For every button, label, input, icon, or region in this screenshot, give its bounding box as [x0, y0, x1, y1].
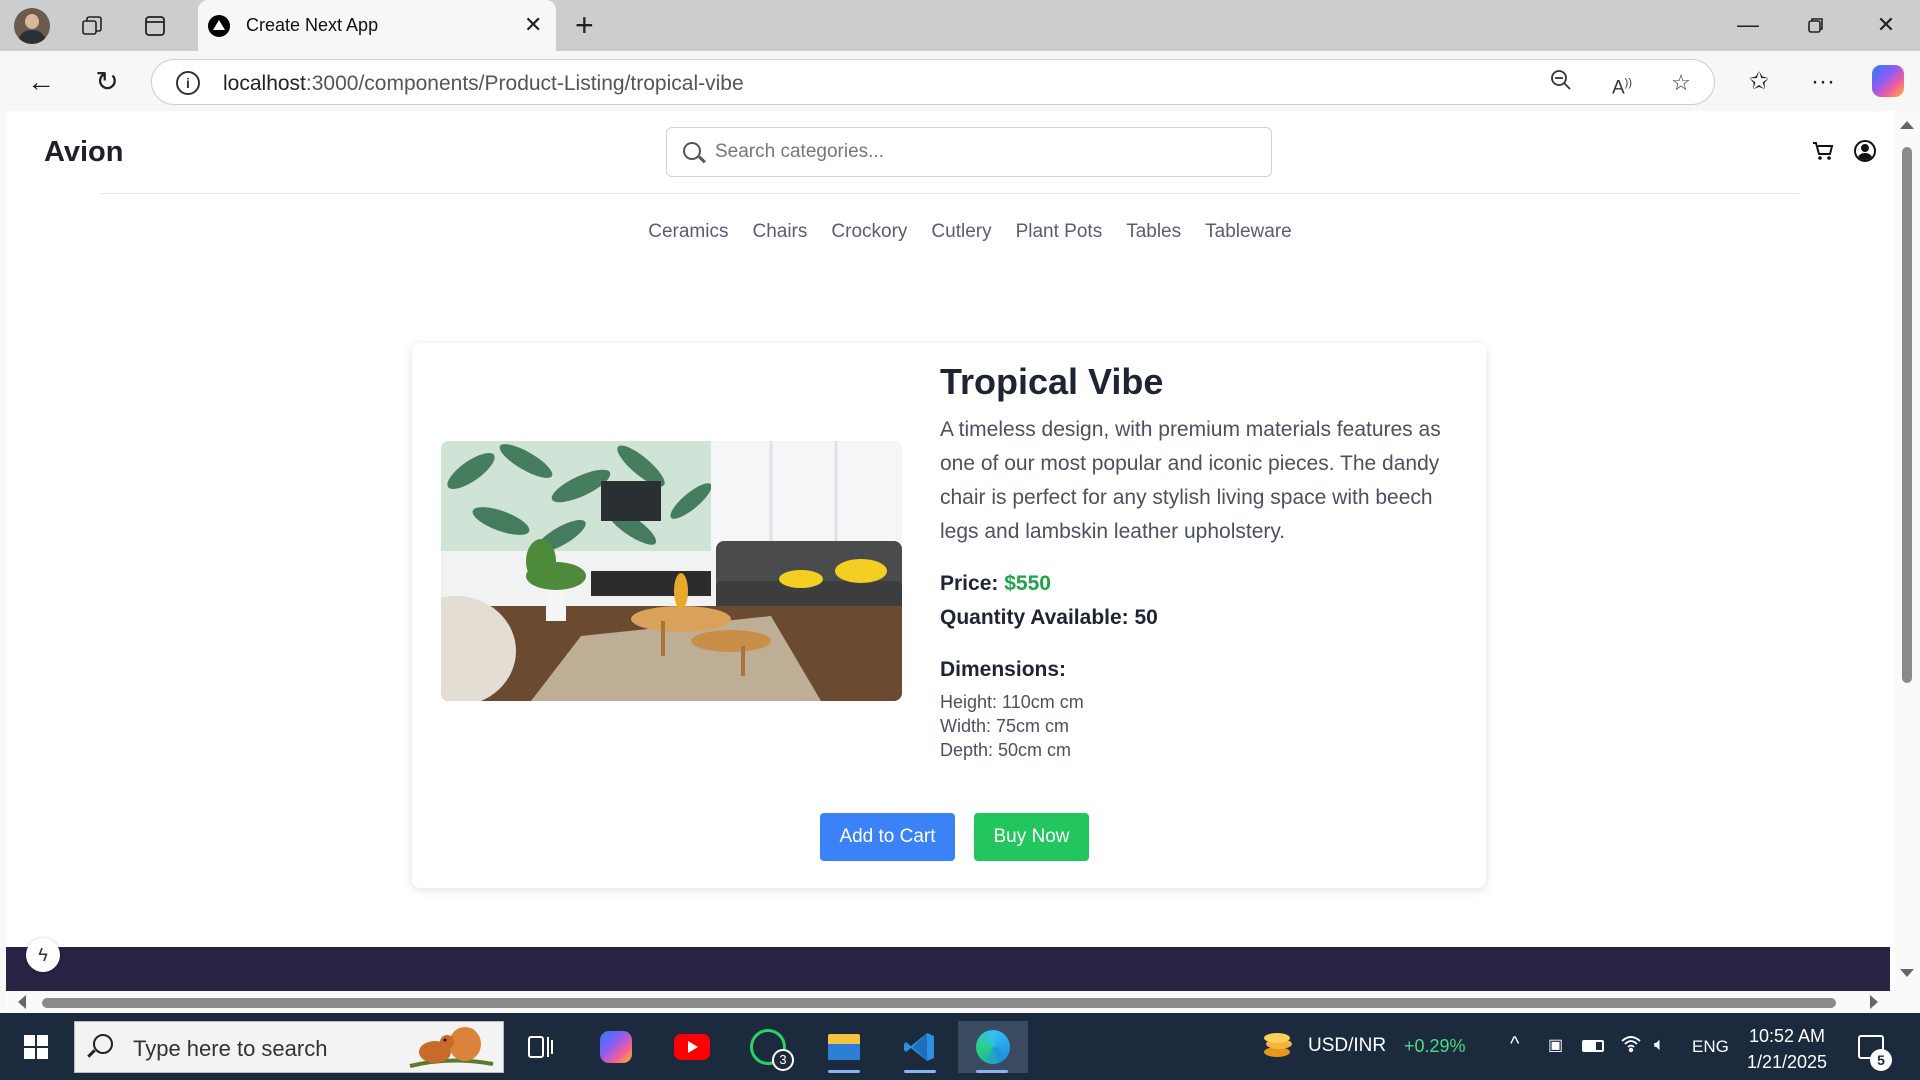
running-indicator [828, 1070, 860, 1073]
product-description: A timeless design, with premium material… [940, 418, 1441, 543]
coin-stack-icon [1262, 1033, 1294, 1061]
horizontal-scroll-thumb[interactable] [42, 998, 1836, 1008]
scroll-left-icon[interactable] [18, 995, 26, 1009]
wifi-icon[interactable] [1620, 1033, 1642, 1058]
clock-time: 10:52 AM [1748, 1026, 1826, 1046]
tab-title: Create Next App [246, 15, 379, 35]
notifications-badge: 5 [1870, 1049, 1892, 1071]
ticker-change[interactable]: +0.29% [1404, 1036, 1466, 1057]
profile-avatar[interactable] [14, 8, 50, 44]
category-search[interactable] [666, 127, 1272, 177]
more-menu-icon[interactable]: ··· [1806, 65, 1840, 99]
category-link[interactable]: Crockory [831, 221, 907, 243]
scroll-right-icon[interactable] [1870, 995, 1878, 1009]
favorites-icon[interactable]: ✩ [1742, 65, 1776, 99]
price-value: $550 [1004, 572, 1051, 595]
header-divider [101, 193, 1799, 194]
system-clock[interactable]: 10:52 AM 1/21/2025 [1746, 1023, 1828, 1075]
browser-toolbar: ← ↻ i localhost:3000/components/Product-… [0, 51, 1920, 111]
vertical-scroll-thumb[interactable] [1902, 147, 1912, 683]
zoom-out-icon[interactable] [1547, 69, 1575, 97]
product-image [441, 441, 902, 701]
quantity-available: Quantity Available: 50 [940, 606, 1158, 629]
buy-now-button[interactable]: Buy Now [974, 813, 1089, 861]
windows-start-icon[interactable] [24, 1035, 48, 1059]
add-to-cart-button[interactable]: Add to Cart [820, 813, 955, 861]
dimension-width: Width: 75cm cm [940, 716, 1070, 736]
product-card: Tropical Vibe A timeless design, with pr… [412, 343, 1486, 888]
clock-date: 1/21/2025 [1746, 1052, 1828, 1072]
category-link[interactable]: Cutlery [931, 221, 991, 243]
page-viewport: Avion Ceramics Chairs Crockory Cutlery P… [6, 111, 1894, 991]
file-explorer-icon[interactable] [818, 1021, 870, 1073]
close-tab-icon[interactable]: ✕ [524, 12, 542, 38]
footer-bar [6, 947, 1890, 991]
category-link[interactable]: Ceramics [648, 221, 728, 243]
user-account-icon[interactable] [1854, 140, 1876, 162]
horizontal-scrollbar[interactable] [6, 991, 1894, 1013]
running-indicator [904, 1070, 936, 1073]
dimensions-heading: Dimensions: [940, 658, 1067, 681]
product-title: Tropical Vibe [940, 361, 1164, 402]
workspaces-icon[interactable] [76, 10, 108, 42]
category-nav: Ceramics Chairs Crockory Cutlery Plant P… [6, 221, 1894, 243]
nextjs-devtools-bolt-icon[interactable]: ϟ [26, 938, 60, 972]
squirrel-illustration-icon [409, 1027, 494, 1068]
nextjs-favicon-icon [208, 15, 230, 37]
site-logo[interactable]: Avion [44, 136, 123, 169]
scrollbar-corner [1894, 991, 1920, 1013]
search-input[interactable] [715, 138, 1255, 166]
whatsapp-badge: 3 [772, 1049, 794, 1071]
scroll-down-icon[interactable] [1900, 969, 1914, 977]
language-indicator[interactable]: ENG [1692, 1037, 1729, 1057]
youtube-app-icon[interactable] [666, 1021, 718, 1073]
windows-taskbar: Type here to search 3 USD/INR +0.29% ^ ▣… [0, 1013, 1920, 1080]
site-info-icon[interactable]: i [176, 71, 200, 95]
url-text[interactable]: localhost:3000/components/Product-Listin… [223, 72, 744, 96]
favorite-star-icon[interactable]: ☆ [1667, 69, 1695, 97]
battery-icon[interactable] [1582, 1040, 1604, 1052]
cart-icon[interactable] [1812, 141, 1834, 161]
dimension-depth: Depth: 50cm cm [940, 740, 1072, 760]
browser-titlebar: Create Next App ✕ + — ✕ [0, 0, 1920, 51]
ticker-label[interactable]: USD/INR [1308, 1035, 1386, 1057]
back-icon[interactable]: ← [24, 65, 58, 99]
vertical-tabs-icon[interactable] [139, 10, 171, 42]
search-icon [93, 1034, 113, 1054]
category-link[interactable]: Tables [1126, 221, 1181, 243]
meet-now-icon[interactable]: ▣ [1548, 1035, 1563, 1055]
volume-muted-icon[interactable]: 🔈︎ [1654, 1034, 1665, 1055]
minimize-icon[interactable]: — [1728, 8, 1768, 42]
copilot-app-icon[interactable] [590, 1021, 642, 1073]
restore-icon[interactable] [1796, 8, 1836, 42]
category-link[interactable]: Plant Pots [1016, 221, 1103, 243]
task-view-icon[interactable] [514, 1021, 566, 1073]
read-aloud-icon[interactable]: A)) [1608, 69, 1636, 98]
vscode-app-icon[interactable] [894, 1021, 946, 1073]
reload-icon[interactable]: ↻ [90, 65, 124, 99]
price-label: Price: [940, 572, 999, 595]
edge-app-icon[interactable] [958, 1021, 1028, 1073]
whatsapp-app-icon[interactable]: 3 [742, 1021, 794, 1073]
scroll-up-icon[interactable] [1900, 121, 1914, 129]
running-indicator [976, 1070, 1008, 1073]
close-window-icon[interactable]: ✕ [1866, 8, 1906, 42]
search-icon [683, 142, 701, 160]
vertical-scrollbar[interactable] [1894, 111, 1920, 991]
category-link[interactable]: Chairs [752, 221, 807, 243]
address-bar[interactable]: i localhost:3000/components/Product-List… [151, 59, 1715, 105]
dimension-height: Height: 110cm cm [940, 692, 1084, 712]
product-price: Price: $550 [940, 572, 1051, 596]
taskbar-search[interactable]: Type here to search [74, 1021, 504, 1073]
category-link[interactable]: Tableware [1205, 221, 1292, 243]
new-tab-icon[interactable]: + [575, 7, 594, 44]
taskbar-search-placeholder: Type here to search [133, 1036, 328, 1061]
show-hidden-icons-icon[interactable]: ^ [1510, 1033, 1519, 1056]
copilot-icon[interactable] [1872, 65, 1904, 97]
